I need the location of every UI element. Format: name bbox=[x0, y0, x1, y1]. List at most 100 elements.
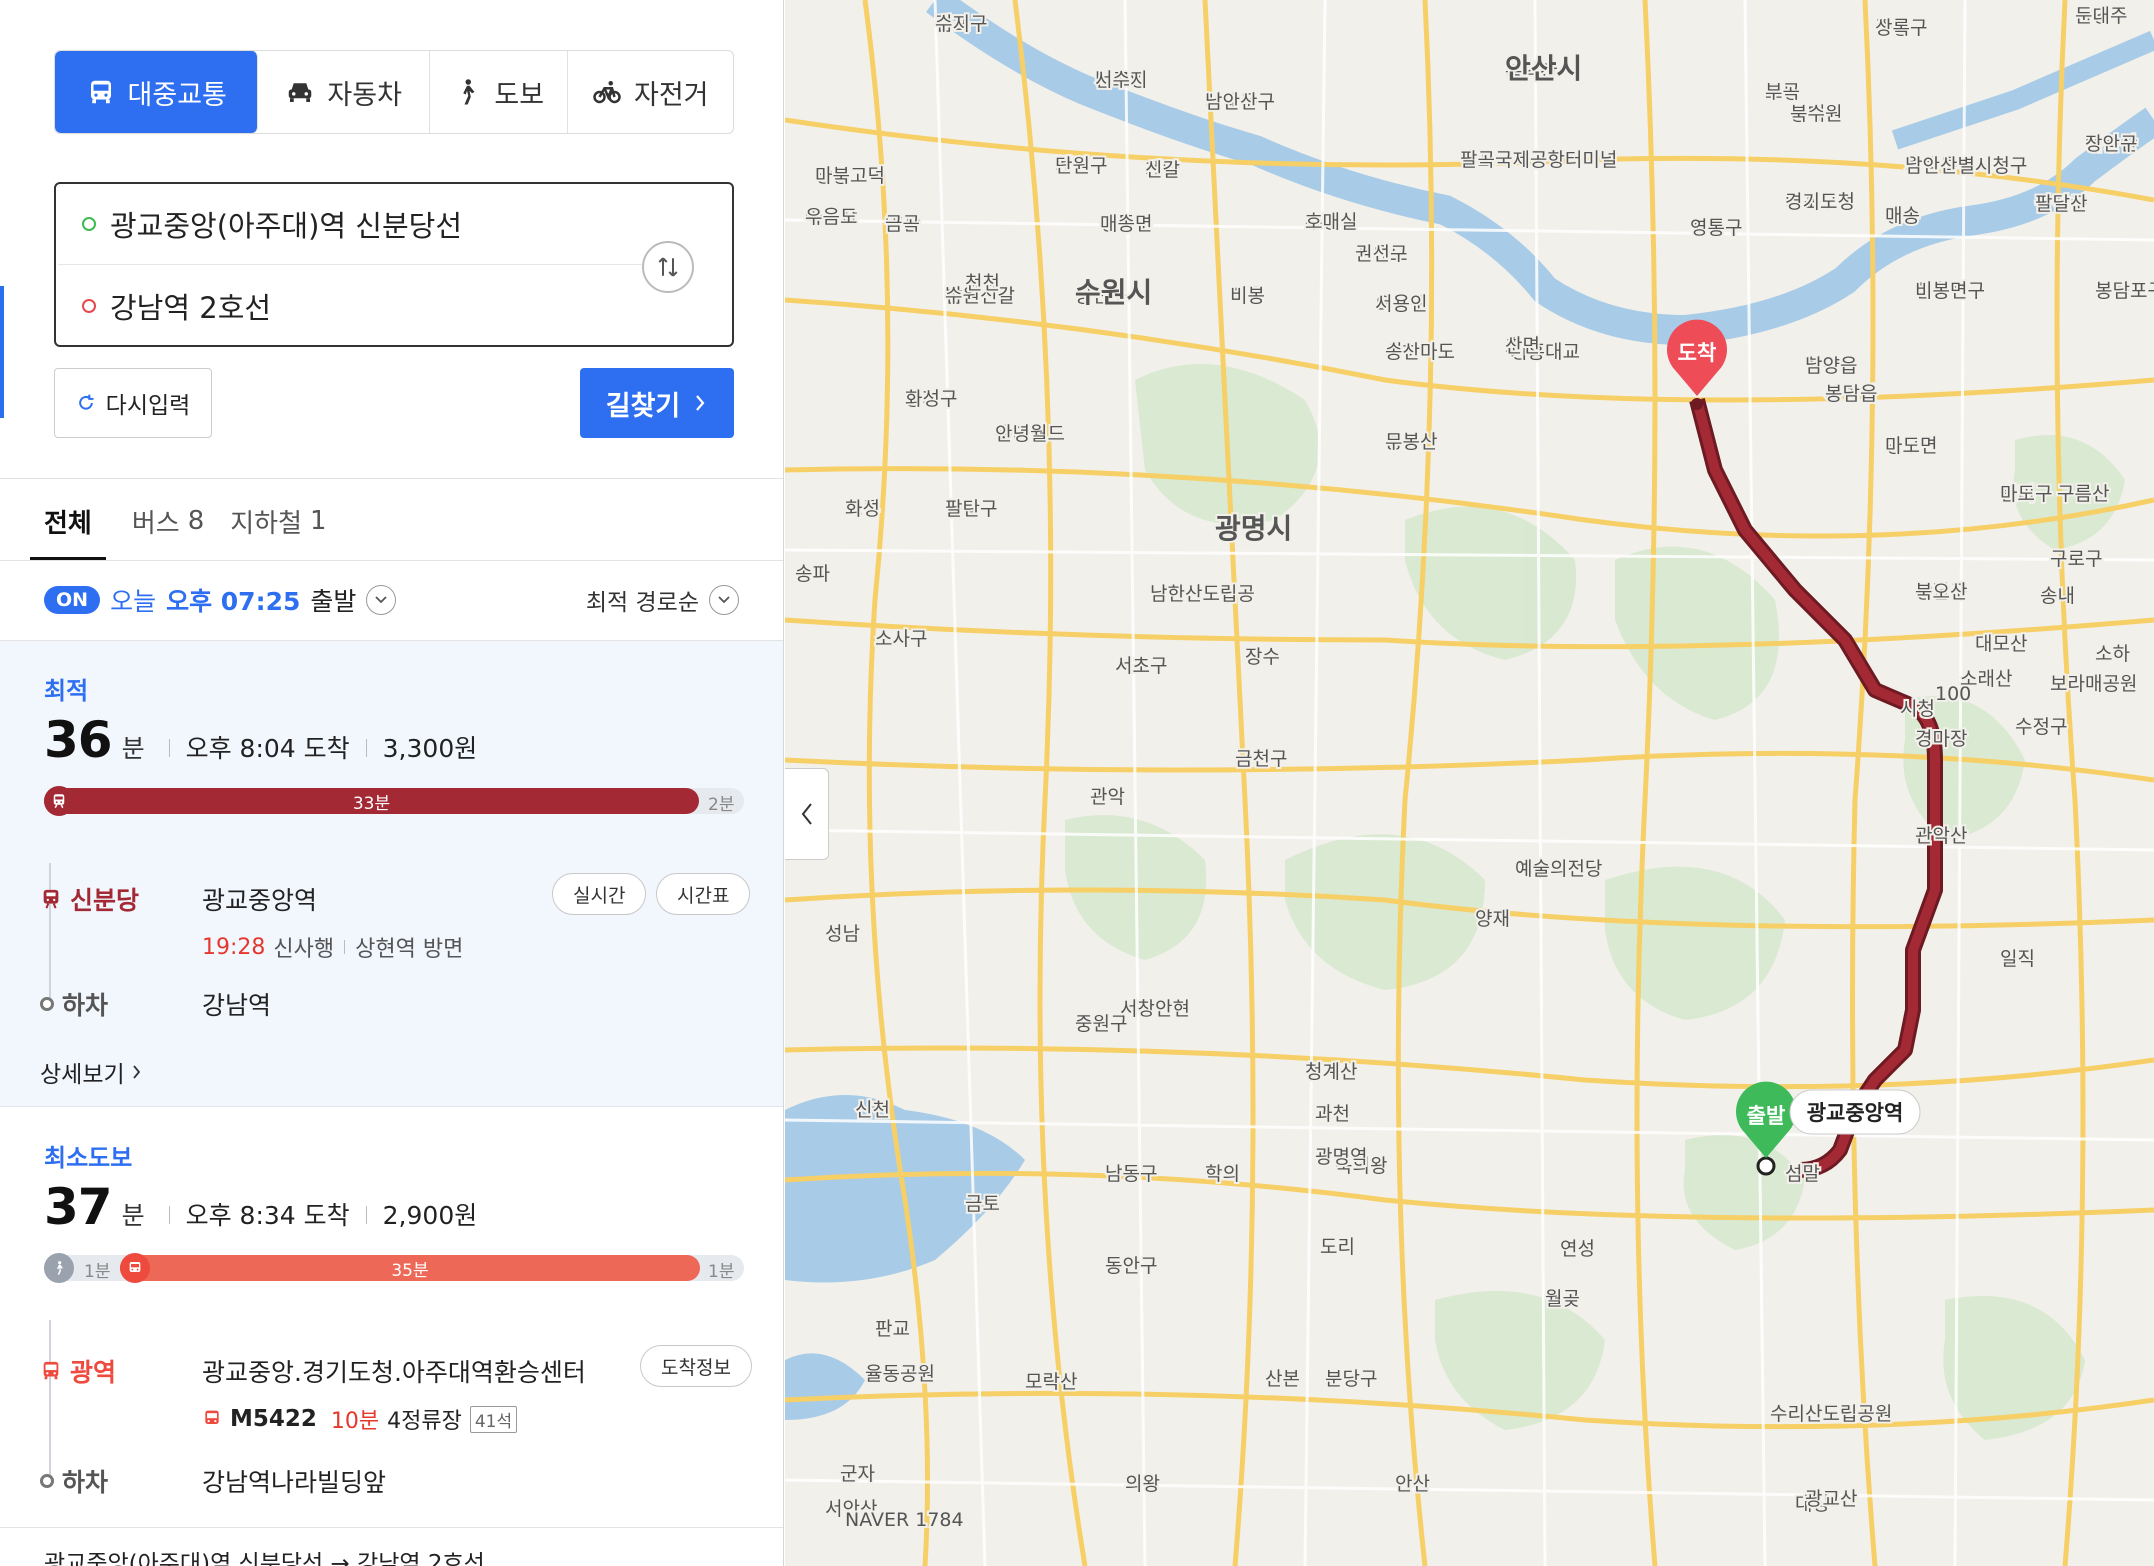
chevron-down-icon bbox=[366, 585, 397, 615]
divider bbox=[0, 560, 783, 561]
tab-all[interactable]: 전체 bbox=[30, 482, 106, 560]
map-canvas[interactable]: 도착 출발 광교중앙역 김포남고양서대문구북악산중랑구남양주토평동대문배봉산강동… bbox=[785, 0, 2154, 1566]
map-place-label: 산본 bbox=[1265, 1368, 1300, 1390]
tab-subway[interactable]: 지하철 1 bbox=[230, 482, 326, 560]
map-place-label: 송내 bbox=[2040, 585, 2075, 607]
route-result-card[interactable]: 최적 36 분 오후 8:04 도착 3,300원 33분 2분 신분당 광교중… bbox=[0, 641, 783, 1107]
route-line bbox=[1692, 398, 1940, 1175]
timetable-button[interactable]: 시간표 bbox=[656, 873, 751, 915]
map-place-label: 무봉산 bbox=[1385, 431, 1437, 453]
swap-route-button[interactable] bbox=[642, 241, 694, 293]
realtime-button[interactable]: 실시간 bbox=[552, 873, 647, 915]
map-place-label: 둔대 bbox=[2075, 5, 2110, 27]
minutes-unit: 분 bbox=[121, 1201, 145, 1230]
on-badge: ON bbox=[44, 586, 101, 614]
chevron-right-icon bbox=[132, 1065, 140, 1079]
departure-time-selector[interactable]: ON 오늘 오후 07:25 출발 bbox=[44, 578, 397, 622]
next-train-time: 19:28 bbox=[202, 934, 266, 960]
map-place-label: 율동공원 bbox=[865, 1363, 935, 1385]
map-place-label: 봉담읍 bbox=[1825, 383, 1877, 405]
tab-count: 1 bbox=[310, 506, 327, 536]
sort-label: 최적 경로순 bbox=[585, 590, 699, 616]
arrival-info-button[interactable]: 도착정보 bbox=[640, 1345, 752, 1387]
map-place-label: 수정구 bbox=[2015, 716, 2067, 738]
map-place-label: 도리 bbox=[1320, 1236, 1355, 1258]
sort-selector[interactable]: 최적 경로순 bbox=[586, 578, 739, 622]
map-place-label: 학의 bbox=[1205, 1163, 1240, 1185]
panel-edge-marker bbox=[0, 286, 4, 418]
map-place-label: 경마장 bbox=[1915, 728, 1967, 750]
map-place-label: 남양읍 bbox=[1805, 355, 1857, 377]
drop-label: 하차 bbox=[62, 1468, 109, 1497]
map-place-label: 산면 bbox=[1505, 335, 1540, 357]
tab-car[interactable]: 자동차 bbox=[258, 51, 430, 133]
map-place-label: 우음도 bbox=[805, 206, 857, 228]
walk-icon bbox=[44, 1253, 74, 1283]
map-place-label: 남한산도립공 bbox=[1150, 583, 1255, 605]
collapse-panel-button[interactable] bbox=[785, 768, 829, 860]
tab-bus[interactable]: 버스 8 bbox=[132, 482, 204, 560]
map-place-label: 신갈 bbox=[1145, 159, 1180, 181]
separator bbox=[168, 1206, 170, 1224]
bus-type-name: 광역 bbox=[70, 1358, 117, 1387]
map-place-label: 월곶 bbox=[1545, 1288, 1580, 1310]
result-summary: 36 분 오후 8:04 도착 3,300원 bbox=[44, 711, 477, 769]
time-bar: 33분 2분 bbox=[44, 786, 744, 816]
line-name: 신분당 bbox=[70, 886, 140, 915]
map-place-label: 구름산 bbox=[2057, 483, 2109, 505]
seat-badge: 41석 bbox=[469, 1405, 518, 1433]
map-place-label: 비봉면 bbox=[1915, 280, 1967, 302]
total-minutes: 37 bbox=[44, 1178, 113, 1236]
map-place-label: 매송 bbox=[1885, 205, 1920, 227]
tab-public-transit[interactable]: 대중교통 bbox=[55, 51, 259, 133]
minutes-unit: 분 bbox=[121, 734, 145, 763]
tab-label: 전체 bbox=[44, 508, 92, 539]
map-place-label: 보라매공원 bbox=[2050, 673, 2137, 695]
reset-label: 다시입력 bbox=[105, 393, 191, 419]
drop-type: 하차 bbox=[40, 986, 108, 1022]
divider bbox=[0, 478, 783, 479]
tab-walk[interactable]: 도보 bbox=[430, 51, 568, 133]
drop-ring-icon bbox=[40, 1474, 54, 1488]
map-place-label: 군자 bbox=[840, 1463, 875, 1485]
bicycle-icon bbox=[593, 81, 621, 104]
destination-text: 강남역 2호선 bbox=[110, 291, 272, 325]
bus-number: M5422 bbox=[230, 1406, 317, 1432]
map-place-label: 성남 bbox=[825, 923, 860, 945]
car-icon bbox=[289, 83, 312, 102]
search-route-button[interactable]: 길찾기 bbox=[580, 368, 734, 438]
reset-button[interactable]: 다시입력 bbox=[54, 368, 212, 438]
bus-stops: 4정류장 bbox=[387, 1409, 462, 1434]
map-view[interactable]: 도착 출발 광교중앙역 김포 남고양 서대문구 북악산 중랑구 남양주 토평 동대문 배봉산 강동… bbox=[785, 0, 2154, 1566]
map-place-label: 천천 bbox=[965, 272, 1000, 294]
walk-icon bbox=[463, 79, 475, 105]
tab-label: 자동차 bbox=[327, 79, 402, 111]
map-place-label: 장안구 bbox=[2085, 133, 2137, 155]
subway-segment: 33분 bbox=[44, 788, 699, 814]
map-place-label: 소하 bbox=[2095, 643, 2130, 665]
swap-icon bbox=[658, 257, 678, 277]
destination-field[interactable]: 강남역 2호선 bbox=[82, 266, 271, 346]
map-place-label: 과천 bbox=[1315, 1103, 1350, 1125]
map-place-label: 남동구 bbox=[1105, 1163, 1157, 1185]
leg-connector bbox=[49, 1320, 51, 1480]
tab-bicycle[interactable]: 자전거 bbox=[568, 51, 734, 133]
result-badge: 최적 bbox=[44, 677, 89, 705]
map-place-label: 연성 bbox=[1560, 1238, 1595, 1260]
end-marker[interactable]: 도착 bbox=[1667, 319, 1727, 410]
total-minutes: 36 bbox=[44, 711, 113, 769]
map-place-label: 호매실 bbox=[1305, 211, 1357, 233]
drop-stop: 강남역 bbox=[202, 991, 272, 1020]
origin-dot-icon bbox=[82, 217, 96, 231]
map-place-label: 마도 bbox=[2000, 483, 2035, 505]
map-place-label: 안산 bbox=[1395, 1473, 1430, 1495]
tab-label: 도보 bbox=[494, 79, 545, 111]
origin-field[interactable]: 광교중앙(아주대)역 신분당선 bbox=[82, 184, 462, 264]
result-summary: 37 분 오후 8:34 도착 2,900원 bbox=[44, 1178, 477, 1236]
destination-dot-icon bbox=[82, 299, 96, 313]
time-bar: 1분 35분 1분 bbox=[44, 1253, 744, 1283]
route-result-card[interactable]: 최소도보 37 분 오후 8:34 도착 2,900원 1분 35분 1분 광역… bbox=[0, 1108, 783, 1528]
map-place-label: 일직 bbox=[2000, 948, 2035, 970]
detail-link[interactable]: 상세보기 bbox=[40, 1055, 143, 1089]
route-divider bbox=[58, 264, 642, 265]
